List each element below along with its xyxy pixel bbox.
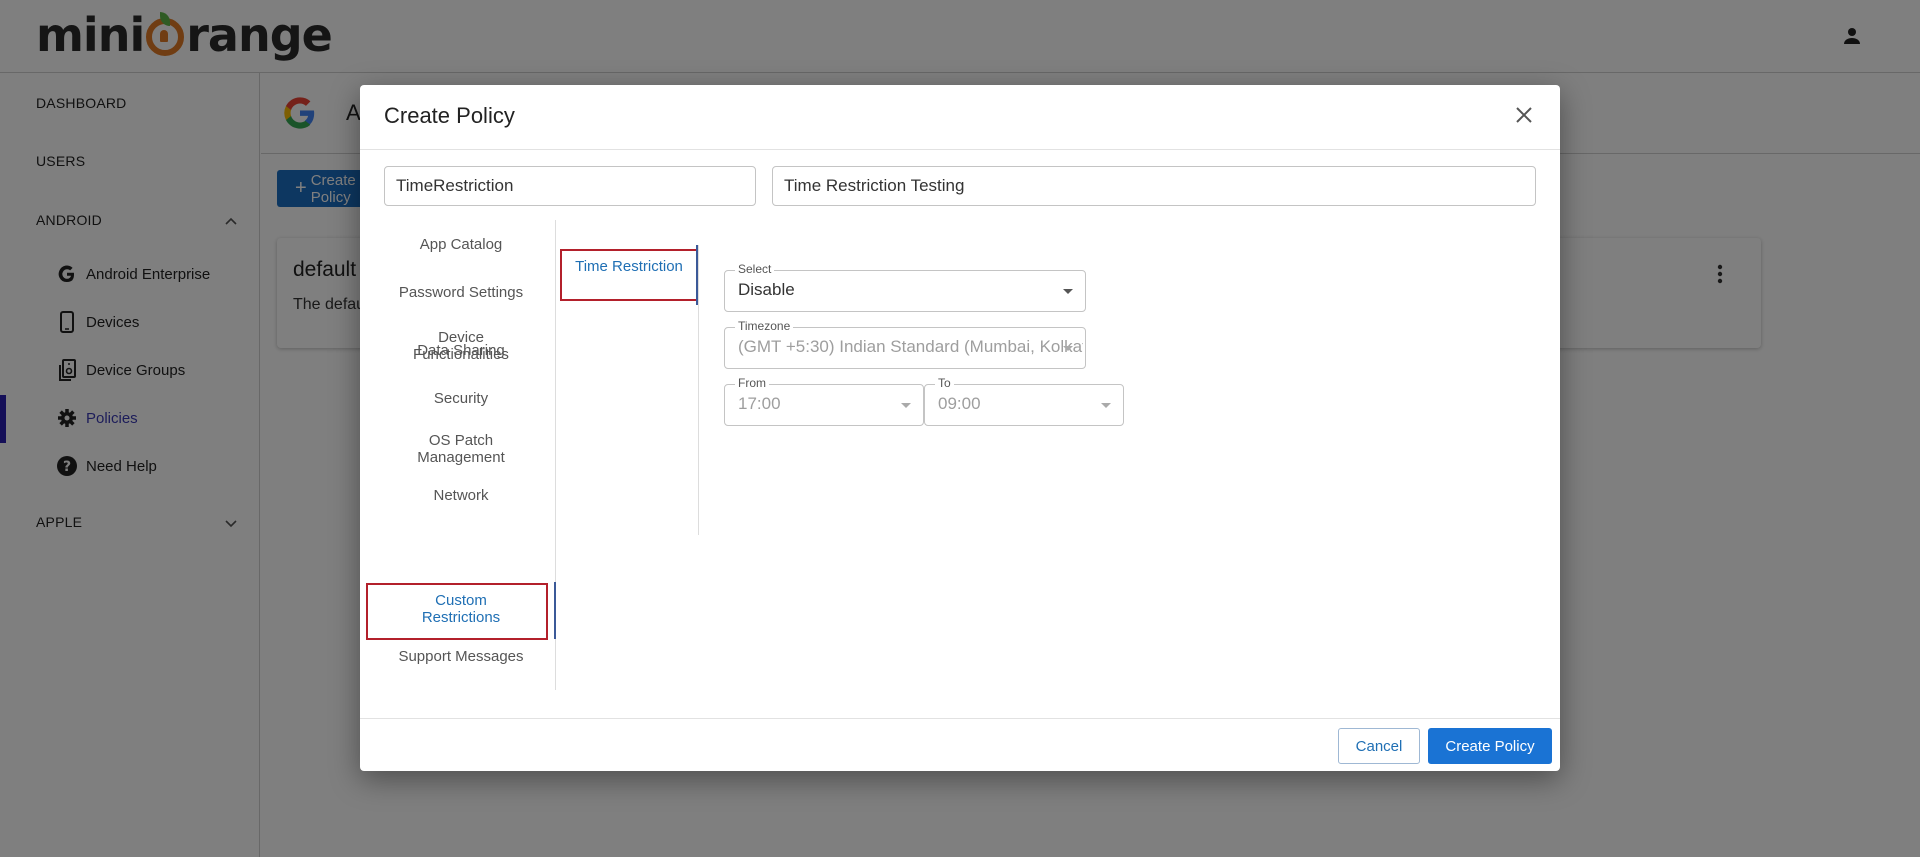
dropdown-caret-icon <box>1101 403 1111 408</box>
from-value: 17:00 <box>738 394 781 413</box>
active-subtab-indicator <box>696 245 698 305</box>
policy-description-field[interactable] <box>772 166 1536 206</box>
from-label: From <box>735 376 769 390</box>
tab-device-functionalities-label[interactable]: Device Functionalities <box>366 329 556 363</box>
timezone-select[interactable]: Timezone (GMT +5:30) Indian Standard (Mu… <box>724 319 1086 369</box>
to-label: To <box>935 376 954 390</box>
from-time-select[interactable]: From 17:00 <box>724 376 924 426</box>
cancel-button[interactable]: Cancel <box>1338 728 1420 764</box>
subtabs-divider <box>698 245 699 535</box>
dialog-title: Create Policy <box>384 103 515 128</box>
tab-app-catalog[interactable]: App Catalog <box>366 236 556 253</box>
create-policy-dialog: Create Policy App Catalog Password Setti… <box>360 85 1560 771</box>
select-label: Select <box>735 262 775 276</box>
timezone-value: (GMT +5:30) Indian Standard (Mumbai, Kol… <box>738 337 1083 356</box>
create-policy-submit-button[interactable]: Create Policy <box>1428 728 1552 764</box>
policy-name-field[interactable] <box>384 166 756 206</box>
policy-section-tabs: App Catalog Password Settings Data Shari… <box>366 220 556 690</box>
policy-description-input[interactable] <box>773 167 1535 205</box>
tab-security[interactable]: Security <box>366 390 556 407</box>
divider <box>360 149 1560 150</box>
close-icon[interactable] <box>1512 103 1536 127</box>
divider <box>360 718 1560 719</box>
dropdown-caret-icon <box>901 403 911 408</box>
subtab-time-restriction[interactable]: Time Restriction <box>560 249 698 301</box>
tab-password-settings[interactable]: Password Settings <box>366 284 556 301</box>
policy-name-input[interactable] <box>385 167 755 205</box>
active-tab-indicator <box>554 582 556 639</box>
timezone-label: Timezone <box>735 319 794 333</box>
select-value: Disable <box>738 280 795 299</box>
tab-os-patch-management[interactable]: OS Patch Management <box>366 432 556 466</box>
tab-custom-restrictions[interactable]: Custom Restrictions <box>366 592 556 626</box>
restriction-select[interactable]: Select Disable <box>724 262 1086 312</box>
dropdown-caret-icon <box>1063 346 1073 351</box>
dropdown-caret-icon <box>1063 289 1073 294</box>
tab-support-messages[interactable]: Support Messages <box>366 648 556 665</box>
tab-network[interactable]: Network <box>366 487 556 504</box>
to-time-select[interactable]: To 09:00 <box>924 376 1124 426</box>
to-value: 09:00 <box>938 394 981 413</box>
